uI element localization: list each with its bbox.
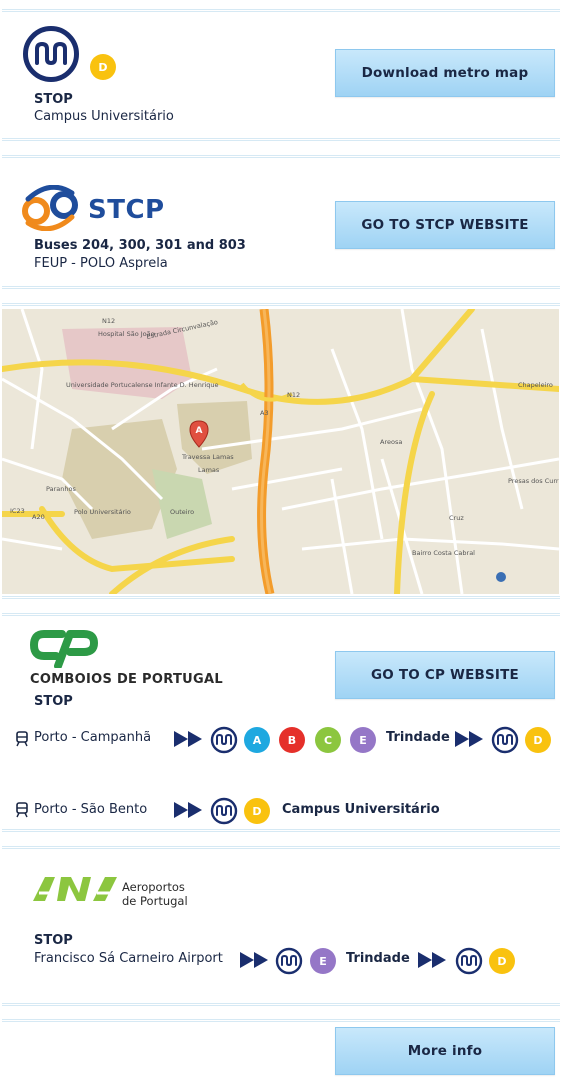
more-info-button[interactable]: More info [335,1027,555,1075]
metro-line-b-badge: B [279,727,305,753]
stop-name: Campus Universitário [34,109,174,124]
metro-line-d-badge: D [525,727,551,753]
map-label: Chapeleiro [518,381,553,389]
ana-brand-line2: de Portugal [122,894,188,908]
metro-line-a-badge: A [244,727,270,753]
map-label: Bairro Costa Cabral [412,549,475,557]
map-label: Outeiro [170,508,194,516]
metro-icon [210,726,238,754]
double-arrow-icon [174,731,202,747]
origin-station: Porto - São Bento [34,802,148,817]
divider [2,1019,560,1022]
divider [2,846,560,849]
route-row-campanha: Porto - Campanhã A B C E Trindade D [0,724,563,754]
ana-logo-icon [33,877,117,901]
divider [2,829,560,832]
map-label: A20 [32,513,45,521]
ana-brand-line1: Aeroportos [122,880,185,894]
stop-label: STOP [34,694,73,709]
stcp-logo-icon [22,185,78,231]
metro-line-c-badge: C [315,727,341,753]
train-icon [16,731,28,747]
metro-line-d-badge: D [244,798,270,824]
metro-icon [491,726,519,754]
map-label: Travessa Lamas [181,453,234,461]
divider [2,1003,560,1006]
metro-line-e-badge: E [350,727,376,753]
double-arrow-icon [240,952,268,968]
metro-line-d-badge: D [489,948,515,974]
map-label: Presas dos Currais [508,477,559,485]
divider [2,613,560,616]
stcp-stop-name: FEUP - POLO Asprela [34,256,168,271]
map-label: Universidade Portucalense Infante D. Hen… [66,381,219,389]
route-row-airport: Francisco Sá Carneiro Airport E Trindade… [0,945,563,975]
transfer-station: Trindade [386,730,450,745]
metro-logo-icon [23,26,79,82]
metro-icon [210,797,238,825]
double-arrow-icon [174,802,202,818]
metro-line-e-badge: E [310,948,336,974]
metro-icon [455,947,483,975]
go-to-cp-website-button[interactable]: GO TO CP WEBSITE [335,651,555,699]
train-icon [16,802,28,818]
map-label: A3 [260,409,269,417]
divider [2,138,560,141]
origin-station: Francisco Sá Carneiro Airport [34,951,223,966]
map-label: IC23 [10,507,25,515]
divider [2,596,560,599]
map-label: N12 [102,317,115,325]
stcp-logo-text: STCP [88,195,165,225]
divider [2,303,560,306]
destination-station: Campus Universitário [282,802,440,817]
metro-icon [275,947,303,975]
map-label: Areosa [380,438,402,446]
double-arrow-icon [455,731,483,747]
divider [2,9,560,12]
divider [2,286,560,289]
map-marker-label: A [196,426,203,436]
map-label: Cruz [449,514,464,522]
map-label: Polo Universitário [74,508,131,516]
origin-station: Porto - Campanhã [34,730,152,745]
metro-line-d-badge: D [90,54,116,80]
stcp-buses-label: Buses 204, 300, 301 and 803 [34,238,246,253]
transfer-station: Trindade [346,951,410,966]
double-arrow-icon [418,952,446,968]
cp-logo-icon [30,630,98,668]
cp-brand-text: COMBOIOS DE PORTUGAL [30,672,223,687]
go-to-stcp-website-button[interactable]: GO TO STCP WEBSITE [335,201,555,249]
map-label: N12 [287,391,300,399]
map-canvas: A Hospital São João Universidade Portuca… [2,309,559,594]
route-row-sao-bento: Porto - São Bento D Campus Universitário [0,795,563,825]
download-metro-map-button[interactable]: Download metro map [335,49,555,97]
map-label: Lamas [198,466,220,474]
location-map[interactable]: A Hospital São João Universidade Portuca… [2,309,559,594]
divider [2,155,560,158]
map-label: Paranhos [46,485,76,493]
stop-label: STOP [34,92,73,107]
